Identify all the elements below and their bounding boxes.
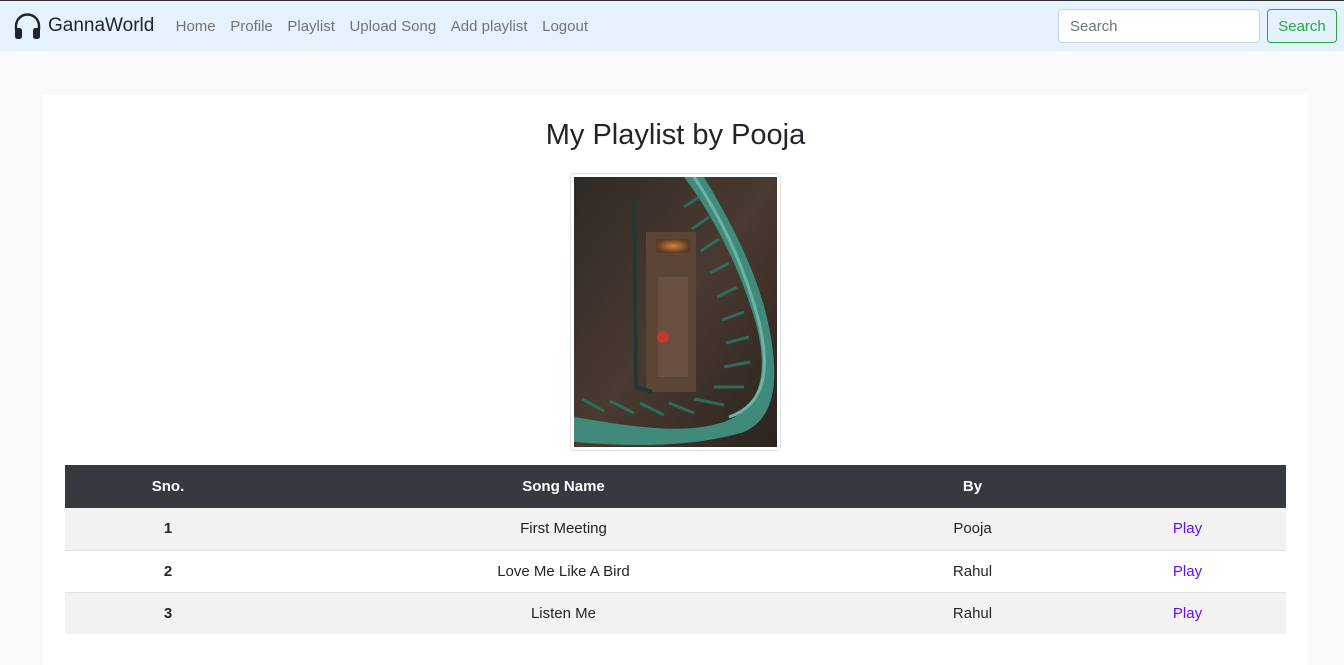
row-song-name: Love Me Like A Bird bbox=[497, 562, 630, 580]
nav-link-add-playlist[interactable]: Add playlist bbox=[451, 18, 528, 35]
brand[interactable]: GannaWorld bbox=[13, 12, 154, 41]
nav-link-playlist[interactable]: Playlist bbox=[287, 18, 335, 35]
row-action-cell: Play bbox=[1089, 592, 1286, 634]
nav-link-logout[interactable]: Logout bbox=[542, 18, 588, 35]
table-row: 1 First Meeting Pooja Play bbox=[65, 508, 1286, 550]
top-navbar: GannaWorld Home Profile Playlist Upload … bbox=[0, 0, 1344, 51]
column-header-song-name: Song Name bbox=[522, 478, 605, 495]
playlist-cover-image bbox=[570, 173, 781, 451]
play-link[interactable]: Play bbox=[1173, 520, 1202, 537]
search-form: Search bbox=[1058, 9, 1337, 43]
row-sno: 2 bbox=[163, 562, 173, 580]
row-sno: 3 bbox=[163, 604, 173, 622]
column-header-sno: Sno. bbox=[151, 478, 185, 495]
row-action-cell: Play bbox=[1089, 550, 1286, 592]
playlist-card: My Playlist by Pooja Sno. Song Name By 1… bbox=[43, 95, 1308, 665]
nav-link-home[interactable]: Home bbox=[176, 18, 216, 35]
column-header-by: By bbox=[962, 478, 983, 495]
row-by: Rahul bbox=[952, 604, 993, 622]
play-link[interactable]: Play bbox=[1173, 605, 1202, 622]
row-sno: 1 bbox=[163, 520, 173, 538]
nav-links: Home Profile Playlist Upload Song Add pl… bbox=[168, 18, 595, 35]
table-header-row: Sno. Song Name By bbox=[65, 465, 1286, 508]
headphones-icon bbox=[13, 12, 42, 41]
table-row: 3 Listen Me Rahul Play bbox=[65, 592, 1286, 634]
row-by: Rahul bbox=[952, 562, 993, 580]
nav-link-profile[interactable]: Profile bbox=[230, 18, 273, 35]
row-by: Pooja bbox=[953, 520, 992, 538]
songs-table: Sno. Song Name By 1 First Meeting Pooja … bbox=[65, 465, 1286, 634]
play-link[interactable]: Play bbox=[1173, 563, 1202, 580]
table-row: 2 Love Me Like A Bird Rahul Play bbox=[65, 550, 1286, 592]
column-header-action bbox=[1089, 465, 1286, 508]
page-title: My Playlist by Pooja bbox=[545, 119, 806, 151]
row-action-cell: Play bbox=[1089, 508, 1286, 550]
search-input[interactable] bbox=[1058, 9, 1260, 43]
brand-name: GannaWorld bbox=[48, 15, 155, 36]
row-song-name: Listen Me bbox=[530, 604, 597, 622]
row-song-name: First Meeting bbox=[520, 520, 607, 538]
search-button[interactable]: Search bbox=[1267, 9, 1337, 43]
nav-link-upload-song[interactable]: Upload Song bbox=[349, 18, 436, 35]
